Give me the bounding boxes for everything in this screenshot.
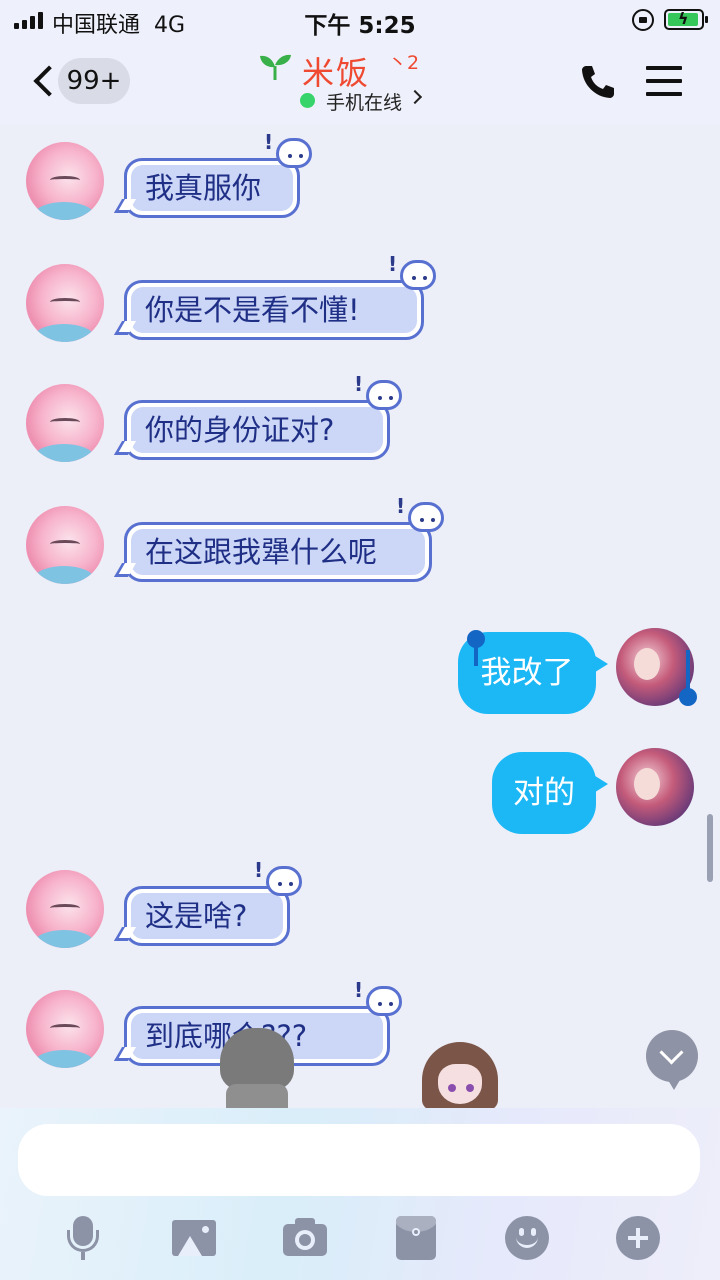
camera-icon[interactable] bbox=[281, 1214, 329, 1262]
composer bbox=[0, 1108, 720, 1280]
contact-avatar[interactable] bbox=[26, 384, 104, 462]
bubble-decoration-exclaim: ! bbox=[354, 978, 364, 1002]
status-bar: 中国联通 4G 下午 5:25 ϟ bbox=[0, 0, 720, 40]
cloud-decoration-icon bbox=[400, 260, 436, 290]
red-packet-icon[interactable] bbox=[392, 1214, 440, 1262]
phone-icon[interactable] bbox=[578, 62, 618, 102]
cloud-decoration-icon bbox=[366, 986, 402, 1016]
message-text: 你的身份证对? bbox=[131, 407, 383, 453]
chevron-right-icon[interactable] bbox=[407, 89, 423, 105]
scroll-to-bottom-button[interactable] bbox=[646, 1030, 698, 1090]
bubble-decoration-exclaim: ! bbox=[388, 252, 398, 276]
message-bubble-incoming[interactable]: 你是不是看不懂! bbox=[113, 280, 424, 340]
bubble-decoration-exclaim: ! bbox=[254, 858, 264, 882]
contact-avatar[interactable] bbox=[26, 264, 104, 342]
message-text: 在这跟我犟什么呢 bbox=[131, 529, 425, 575]
bubble-decoration-exclaim: ! bbox=[396, 494, 406, 518]
message-bubble-incoming[interactable]: 我真服你 bbox=[113, 158, 300, 218]
bubble-decoration-exclaim: ! bbox=[354, 372, 364, 396]
selection-start-handle[interactable] bbox=[467, 630, 485, 666]
message-text: 我改了 bbox=[480, 655, 574, 691]
contact-level: 丶2 bbox=[388, 52, 420, 74]
message-text: 这是啥? bbox=[131, 893, 283, 939]
plus-icon[interactable] bbox=[614, 1214, 662, 1262]
emoji-icon[interactable] bbox=[503, 1214, 551, 1262]
online-status[interactable]: 手机在线 bbox=[326, 88, 402, 115]
message-text: 我真服你 bbox=[131, 165, 293, 211]
message-input[interactable] bbox=[18, 1124, 700, 1196]
message-text: 对的 bbox=[513, 775, 575, 811]
message-bubble-incoming[interactable]: 在这跟我犟什么呢 bbox=[113, 522, 432, 582]
chat-pet-boy[interactable] bbox=[216, 1026, 298, 1110]
chat-header: 99+ 米饭 丶2 手机在线 bbox=[0, 40, 720, 124]
message-bubble-incoming[interactable]: 你的身份证对? bbox=[113, 400, 390, 460]
contact-avatar[interactable] bbox=[26, 506, 104, 584]
contact-avatar[interactable] bbox=[26, 990, 104, 1068]
cloud-decoration-icon bbox=[408, 502, 444, 532]
cloud-decoration-icon bbox=[366, 380, 402, 410]
sprout-icon bbox=[260, 54, 291, 80]
contact-avatar[interactable] bbox=[26, 142, 104, 220]
cloud-decoration-icon bbox=[266, 866, 302, 896]
message-bubble-incoming[interactable]: 这是啥? bbox=[113, 886, 290, 946]
clock: 下午 5:25 bbox=[304, 13, 416, 39]
menu-icon[interactable] bbox=[646, 66, 682, 96]
message-bubble-outgoing[interactable]: 对的 bbox=[492, 752, 608, 834]
message-text: 你是不是看不懂! bbox=[131, 287, 417, 333]
rotation-lock-icon bbox=[632, 9, 654, 31]
cloud-decoration-icon bbox=[276, 138, 312, 168]
scrollbar[interactable] bbox=[707, 814, 713, 882]
selection-end-handle[interactable] bbox=[679, 650, 697, 706]
contact-avatar[interactable] bbox=[26, 870, 104, 948]
my-avatar[interactable] bbox=[616, 748, 694, 826]
mic-icon[interactable] bbox=[59, 1214, 107, 1262]
unread-count-badge[interactable]: 99+ bbox=[58, 58, 130, 104]
bubble-decoration-exclaim: ! bbox=[264, 130, 274, 154]
battery-icon: ϟ bbox=[664, 9, 708, 30]
online-status-dot bbox=[300, 93, 315, 108]
chat-pet-girl[interactable] bbox=[420, 1040, 500, 1110]
image-icon[interactable] bbox=[170, 1214, 218, 1262]
